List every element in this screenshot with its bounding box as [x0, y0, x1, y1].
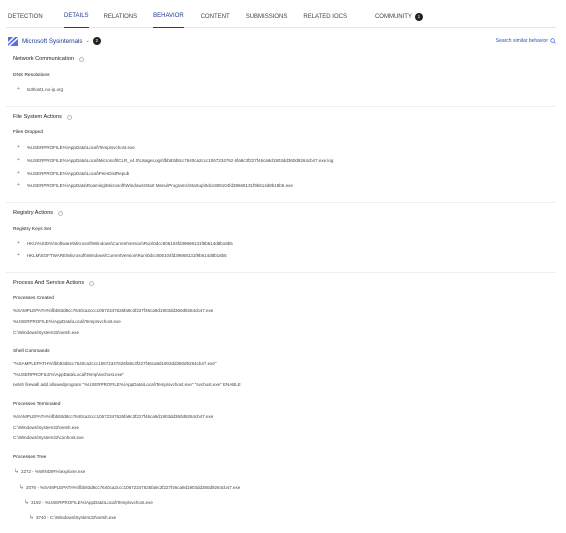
dropped-file[interactable]: %USERPROFILE%\AppData\Local\PeerDistRepu…: [27, 171, 129, 176]
shell-command-entry[interactable]: "%SAMPLEPATH%\fbb93d8cc7640ca2ccc1067234…: [13, 361, 216, 366]
sandbox-name: Microsoft Sysinternals: [22, 37, 83, 45]
tab-label: SUBMISSIONS: [245, 13, 288, 20]
processes-created-title: Processes Created: [13, 296, 54, 301]
dropped-file[interactable]: %USERPROFILE%\AppData\Roaming\Microsoft\…: [27, 183, 293, 188]
process-terminated-entry[interactable]: %SAMPLEPATH%\fbb93d8cc7640ca2ccc10672347…: [13, 414, 213, 419]
list-item: + %USERPROFILE%\AppData\Local\Microsoft\C…: [17, 157, 333, 163]
tree-branch-icon: ↳: [24, 500, 30, 506]
tab-label: DETECTION: [8, 13, 43, 20]
registry-keys-set-title: Registry Keys Set: [13, 227, 52, 232]
sandbox-count-badge: 2: [92, 37, 101, 45]
tab-related-iocs[interactable]: RELATED IOCS: [303, 6, 347, 28]
dropped-file[interactable]: %USERPROFILE%\AppData\Local\Temp\svchost…: [27, 145, 135, 150]
list-item: + HKLM\SOFTWARE\Microsoft\Windows\Current…: [17, 252, 227, 258]
shell-command-entry[interactable]: "%USERPROFILE%\AppData\Local\Temp\svchos…: [13, 372, 124, 377]
expand-icon[interactable]: +: [17, 144, 20, 150]
shell-command-entry[interactable]: netsh firewall add allowedprogram "%USER…: [13, 382, 241, 387]
process-terminated-entry[interactable]: C:\Windows\System32\netsh.exe: [13, 425, 79, 430]
tab-label: RELATED IOCS: [303, 13, 347, 20]
tab-label: DETAILS: [64, 13, 89, 19]
sandbox-selector[interactable]: Microsoft Sysinternals ⌄ 2: [8, 36, 101, 46]
info-icon[interactable]: [58, 210, 64, 216]
tree-branch-icon: ↳: [19, 485, 25, 491]
process-tree-label: 2272 - %WINDIR%\explorer.exe: [21, 469, 86, 474]
processes-terminated-title: Processes Terminated: [13, 402, 61, 407]
process-tree-node[interactable]: ↳ 3740 - C:\Windows\System32\netsh.exe: [29, 514, 116, 521]
process-tree-label: 3740 - C:\Windows\System32\netsh.exe: [36, 515, 117, 520]
expand-icon[interactable]: +: [17, 157, 20, 163]
tab-behavior[interactable]: BEHAVIOR: [153, 6, 184, 28]
tab-label: CONTENT: [200, 13, 230, 20]
files-dropped-title: Files Dropped: [13, 130, 43, 135]
section-title-text: File System Actions: [13, 114, 62, 120]
tab-detection[interactable]: DETECTION: [8, 6, 56, 28]
search-icon: [550, 38, 556, 44]
tab-bar: DETECTION DETAILS RELATIONS BEHAVIOR CON…: [6, 6, 556, 28]
process-tree-label: 2076 - %SAMPLEPATH%\fbb93d8cc7640ca2ccc1…: [26, 485, 241, 490]
search-similar-behavior-link[interactable]: Search similar behavior: [496, 38, 556, 44]
community-count-badge: 1: [414, 12, 423, 21]
list-item: + HKU\%SID%\Software\Microsoft\Windows\Cu…: [17, 240, 233, 246]
expand-icon[interactable]: +: [17, 170, 20, 176]
list-item: + %USERPROFILE%\AppData\Local\PeerDistRep…: [17, 170, 129, 176]
section-title-text: Registry Actions: [13, 210, 54, 216]
sandbox-selector-bar: Microsoft Sysinternals ⌄ 2 Search simila…: [8, 34, 556, 48]
chevron-down-icon: ⌄: [85, 38, 90, 44]
tab-content[interactable]: CONTENT: [201, 6, 230, 28]
dropped-file[interactable]: %USERPROFILE%\AppData\Local\Microsoft\CL…: [27, 158, 333, 163]
process-tree-label: 3192 - %USERPROFILE%\AppData\Local\Temp\…: [31, 500, 153, 505]
file-system-actions-title: File System Actions: [13, 114, 72, 120]
info-icon[interactable]: [66, 114, 72, 120]
process-created-entry[interactable]: %USERPROFILE%\AppData\Local\Temp\svchost…: [13, 319, 121, 324]
process-tree-node[interactable]: ↳ 2076 - %SAMPLEPATH%\fbb93d8cc7640ca2ccc…: [19, 484, 240, 491]
process-tree-node[interactable]: ↳ 3192 - %USERPROFILE%\AppData\Local\Temp…: [24, 499, 153, 506]
section-title-text: Network Communication: [13, 56, 74, 62]
sysinternals-logo-icon: [8, 36, 18, 46]
expand-icon[interactable]: +: [17, 182, 20, 188]
tree-branch-icon: ↳: [29, 515, 35, 521]
registry-key[interactable]: HKU\%SID%\Software\Microsoft\Windows\Cur…: [27, 241, 233, 246]
registry-key[interactable]: HKLM\SOFTWARE\Microsoft\Windows\CurrentV…: [27, 253, 227, 258]
tab-relations[interactable]: RELATIONS: [104, 6, 138, 28]
divider: [6, 202, 556, 203]
processes-tree-title: Processes Tree: [13, 455, 47, 460]
registry-actions-title: Registry Actions: [13, 210, 64, 216]
info-icon[interactable]: [78, 56, 84, 62]
tab-community[interactable]: COMMUNITY 1: [375, 6, 423, 28]
network-communication-title: Network Communication: [13, 56, 84, 62]
tab-label: RELATIONS: [103, 13, 138, 20]
tab-label: BEHAVIOR: [153, 13, 184, 19]
tab-details[interactable]: DETAILS: [64, 6, 89, 28]
search-similar-label: Search similar behavior: [495, 38, 548, 44]
info-icon[interactable]: [89, 280, 95, 286]
tree-branch-icon: ↳: [14, 469, 20, 475]
page: DETECTION DETAILS RELATIONS BEHAVIOR CON…: [0, 0, 566, 533]
list-item: + %USERPROFILE%\AppData\Roaming\Microsoft…: [17, 182, 293, 188]
shell-commands-title: Shell Commands: [13, 349, 50, 354]
process-service-actions-title: Process And Service Actions: [13, 280, 95, 286]
divider: [6, 106, 556, 107]
list-item: + ts3host1.no-ip.org: [17, 86, 63, 92]
list-item: + %USERPROFILE%\AppData\Local\Temp\svchos…: [17, 144, 135, 150]
divider: [6, 272, 556, 273]
expand-icon[interactable]: +: [17, 86, 20, 92]
process-terminated-entry[interactable]: C:\Windows\System32\conhost.exe: [13, 435, 84, 440]
process-tree-node[interactable]: ↳ 2272 - %WINDIR%\explorer.exe: [14, 468, 85, 475]
tab-submissions[interactable]: SUBMISSIONS: [246, 6, 288, 28]
tab-label: COMMUNITY: [374, 13, 412, 20]
dns-entry[interactable]: ts3host1.no-ip.org: [27, 87, 63, 92]
expand-icon[interactable]: +: [17, 252, 20, 258]
process-created-entry[interactable]: %SAMPLEPATH%\fbb93d8cc7640ca2ccc10672347…: [13, 308, 213, 313]
dns-resolutions-title: DNS Resolutions: [13, 73, 50, 78]
process-created-entry[interactable]: C:\Windows\System32\netsh.exe: [13, 330, 79, 335]
expand-icon[interactable]: +: [17, 240, 20, 246]
section-title-text: Process And Service Actions: [13, 280, 85, 286]
